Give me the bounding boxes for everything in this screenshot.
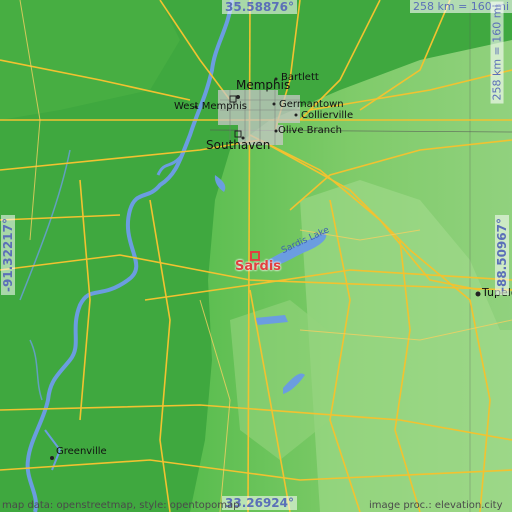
place-label-west-memphis: West Memphis bbox=[174, 101, 247, 112]
place-label-germantown: Germantown bbox=[279, 99, 344, 110]
attribution-image-proc: image proc.: elevation.city bbox=[369, 500, 503, 511]
place-label-southaven: Southaven bbox=[206, 138, 271, 152]
attribution-map-data: map data: openstreetmap, style: opentopo… bbox=[2, 500, 240, 511]
place-label-bartlett: Bartlett bbox=[281, 72, 319, 83]
place-label-sardis: Sardis bbox=[235, 259, 282, 274]
terrain-layer bbox=[0, 0, 512, 512]
coord-right: -88.50967° bbox=[495, 215, 509, 295]
coord-top: 35.58876° bbox=[222, 0, 298, 14]
scale-bar-right: 258 km = 160 mi bbox=[490, 1, 504, 104]
map-canvas[interactable]: Memphis West Memphis Bartlett Germantown… bbox=[0, 0, 512, 512]
place-label-greenville: Greenville bbox=[56, 446, 107, 457]
coord-left: -91.32217° bbox=[1, 215, 15, 295]
place-label-olive-branch: Olive Branch bbox=[278, 125, 342, 136]
place-label-collierville: Collierville bbox=[301, 110, 354, 121]
